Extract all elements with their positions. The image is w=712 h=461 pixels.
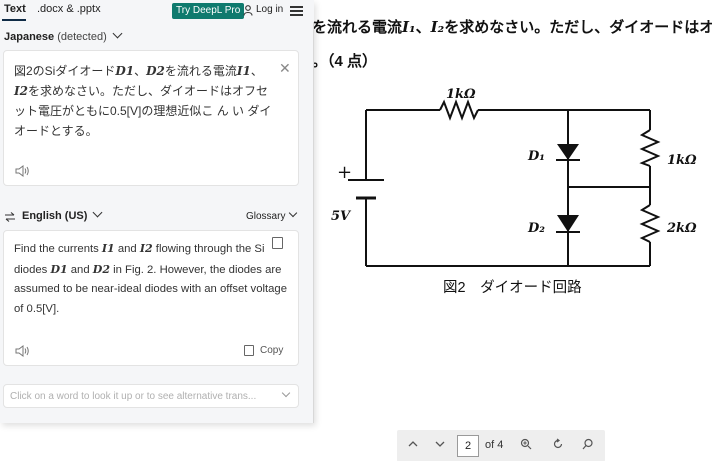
chevron-down-icon [435, 441, 445, 447]
chevron-up-icon [408, 441, 418, 447]
svg-text:1kΩ: 1kΩ [446, 87, 476, 102]
target-text-box: Find the currents I1 and I2 flowing thro… [3, 230, 299, 366]
source-text[interactable]: 図2のSiダイオードD1、D2を流れる電流I1、I2を求めなさい。ただし、ダイオ… [14, 61, 276, 141]
figure-caption: 図2 ダイオード回路 [443, 280, 582, 296]
zoom-in-icon [520, 438, 532, 450]
diode-d1-symbol [557, 144, 579, 160]
svg-text:D₁: D₁ [527, 149, 545, 164]
translated-text[interactable]: Find the currents I1 and I2 flowing thro… [14, 239, 290, 319]
search-icon [582, 438, 593, 450]
screen: を流れる電流I₁、I₂を求めなさい。ただし、ダイオードはオ 。（4 点） + 1… [0, 0, 712, 461]
glossary-button[interactable]: Glossary [246, 208, 298, 222]
target-language-selector[interactable]: English (US) [22, 207, 103, 222]
word-lookup-box[interactable]: Click on a word to look it up or to see … [3, 384, 299, 408]
svg-text:D₂: D₂ [527, 221, 545, 236]
battery-plus-sign: + [337, 162, 352, 183]
svg-text:2kΩ: 2kΩ [666, 221, 697, 236]
user-icon [243, 5, 253, 16]
svg-text:5V: 5V [331, 209, 352, 224]
prev-page-button[interactable] [403, 436, 423, 456]
chevron-down-icon [112, 28, 123, 39]
svg-text:1kΩ: 1kΩ [667, 153, 697, 168]
chevron-down-icon [92, 207, 103, 218]
source-text-box[interactable]: 図2のSiダイオードD1、D2を流れる電流I1、I2を求めなさい。ただし、ダイオ… [3, 50, 299, 186]
search-button[interactable] [578, 436, 598, 456]
page-count: of 4 [485, 439, 504, 451]
next-page-button[interactable] [430, 436, 450, 456]
pdf-page-toolbar: 2 of 4 [397, 430, 605, 461]
page-number-input[interactable]: 2 [457, 435, 479, 457]
speaker-icon[interactable] [14, 164, 30, 178]
lookup-placeholder: Click on a word to look it up or to see … [10, 391, 257, 402]
tab-text[interactable]: Text [4, 3, 26, 15]
copy-overlay-icon[interactable] [272, 237, 283, 249]
pdf-page: を流れる電流I₁、I₂を求めなさい。ただし、ダイオードはオ 。（4 点） + 1… [300, 0, 712, 461]
rotate-icon [553, 438, 563, 449]
problem-text-line-1: を流れる電流I₁、I₂を求めなさい。ただし、ダイオードはオ [312, 18, 712, 36]
tab-documents[interactable]: .docx & .pptx [37, 3, 101, 15]
diode-d2-symbol [557, 215, 579, 232]
try-deepl-pro-button[interactable]: Try DeepL Pro [172, 3, 245, 19]
active-tab-indicator [2, 19, 26, 21]
login-link[interactable]: Log in [256, 4, 283, 15]
chevron-down-icon [289, 208, 298, 218]
copy-icon [244, 345, 254, 356]
diode-circuit-diagram: + 1kΩ 5V D₁ D₂ 1kΩ 2kΩ [331, 87, 697, 267]
problem-points: 。（4 点） [312, 53, 378, 70]
rotate-button[interactable] [548, 436, 568, 456]
zoom-in-button[interactable] [516, 436, 536, 456]
source-language-selector[interactable]: Japanese (detected) [4, 28, 123, 43]
swap-languages-icon[interactable] [4, 212, 16, 222]
speaker-icon[interactable] [14, 344, 30, 358]
chevron-down-icon [281, 388, 291, 398]
clear-source-close-icon[interactable]: ✕ [279, 60, 291, 77]
hamburger-menu-icon[interactable] [290, 6, 303, 16]
panel-topbar: Text .docx & .pptx Try DeepL Pro Log in [0, 0, 314, 22]
deepl-translator-panel: Text .docx & .pptx Try DeepL Pro Log in … [0, 0, 314, 423]
